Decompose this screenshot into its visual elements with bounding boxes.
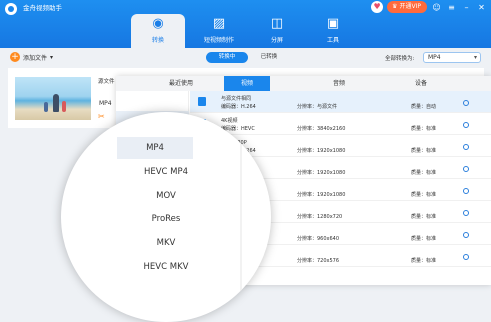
toolbar: + 添加文件 ▾ 转换中 已转换 全部转换为: MP4 ▾: [0, 48, 491, 67]
edit-icon[interactable]: ✂: [98, 112, 105, 121]
toolbox-icon: ▣: [326, 16, 340, 31]
close-icon[interactable]: ✕: [476, 2, 487, 13]
gear-icon[interactable]: [463, 210, 469, 216]
main-nav: ◉ 转换 ▨ 短视频制作 ◫ 分屏 ▣ 工具: [0, 14, 491, 48]
status-segment: 转换中 已转换: [206, 52, 290, 63]
gear-icon[interactable]: [463, 188, 469, 194]
source-file-label: 源文件: [98, 79, 115, 85]
popup-tab-recent[interactable]: 最近使用: [146, 76, 216, 91]
output-format-value: MP4: [428, 54, 441, 61]
gear-icon[interactable]: [463, 100, 469, 106]
feedback-icon[interactable]: ☺: [431, 2, 442, 13]
plus-icon: +: [10, 52, 20, 62]
thumb-figure: [62, 101, 66, 112]
segment-converted[interactable]: 已转换: [248, 52, 290, 63]
preset-row[interactable]: 4K视频 编码器：HEVC 分辨率：3840x2160 质量：标准: [190, 113, 491, 135]
add-file-label: 添加文件: [23, 54, 48, 62]
heart-icon[interactable]: ♥: [371, 1, 384, 13]
image-editor-icon: ▨: [212, 16, 226, 31]
format-item-mov[interactable]: MOV: [61, 185, 271, 207]
minimize-icon[interactable]: –: [461, 2, 472, 13]
tab-label: 转换: [151, 37, 164, 44]
convert-disc-icon: ◉: [152, 16, 164, 31]
file-format-label: MP4: [99, 100, 112, 107]
preset-name: 4K视频: [221, 118, 238, 124]
popup-tabs: 最近使用 视频 音频 设备: [116, 76, 491, 91]
preset-quality: 质量：标准: [411, 148, 437, 154]
tab-label: 短视频制作: [203, 37, 234, 44]
thumb-figure: [53, 94, 59, 112]
preset-resolution: 分辨率：与源文件: [297, 104, 338, 110]
convert-all-label: 全部转换为:: [385, 56, 415, 62]
preset-resolution: 分辨率：1920x1080: [297, 192, 346, 198]
gear-icon[interactable]: [463, 122, 469, 128]
preset-quality: 质量：标准: [411, 258, 437, 264]
format-item-mp4[interactable]: MP4: [117, 137, 193, 159]
preset-quality: 质量：标准: [411, 192, 437, 198]
gear-icon[interactable]: [463, 232, 469, 238]
video-file-icon: [198, 97, 206, 106]
format-item-hevc-mp4[interactable]: HEVC MP4: [61, 161, 271, 183]
chevron-down-icon: ▾: [473, 54, 477, 61]
magnifier-callout: MP4 HEVC MP4 MOV ProRes MKV HEVC MKV: [61, 112, 271, 322]
preset-quality: 质量：标准: [411, 236, 437, 242]
preset-quality: 质量：标准: [411, 126, 437, 132]
format-item-mkv[interactable]: MKV: [61, 232, 271, 254]
preset-resolution: 分辨率：960x640: [297, 236, 340, 242]
tab-split-screen[interactable]: ◫ 分屏: [250, 14, 304, 48]
segment-converting[interactable]: 转换中: [206, 52, 248, 63]
preset-row[interactable]: 与源文件相同 编码器：H.264 分辨率：与源文件 质量：自动: [190, 91, 491, 113]
tab-label: 分屏: [270, 37, 283, 44]
tab-short-video[interactable]: ▨ 短视频制作: [192, 14, 246, 48]
tab-convert[interactable]: ◉ 转换: [131, 14, 185, 48]
app-header: 金舟视频助手 ♥ ♛ 开通VIP ☺ ≡ – ✕ ◉ 转换 ▨ 短视频制作 ◫ …: [0, 0, 491, 48]
add-file-button[interactable]: + 添加文件 ▾: [10, 52, 53, 62]
preset-resolution: 分辨率：720x576: [297, 258, 340, 264]
crown-icon: ♛: [392, 3, 398, 10]
thumb-figure: [44, 102, 48, 112]
tab-tools[interactable]: ▣ 工具: [306, 14, 360, 48]
preset-resolution: 分辨率：1920x1080: [297, 170, 346, 176]
vip-label: 开通VIP: [399, 3, 422, 10]
format-item-prores[interactable]: ProRes: [61, 208, 271, 230]
preset-codec: 编码器：H.264: [221, 104, 256, 110]
chevron-down-icon: ▾: [50, 53, 54, 61]
preset-quality: 质量：自动: [411, 104, 437, 110]
preset-quality: 质量：标准: [411, 214, 437, 220]
format-item-hevc-mkv[interactable]: HEVC MKV: [61, 256, 271, 278]
menu-icon[interactable]: ≡: [446, 2, 457, 13]
preset-name: 与源文件相同: [221, 96, 252, 102]
video-thumbnail[interactable]: [15, 77, 91, 120]
gear-icon[interactable]: [463, 254, 469, 260]
tab-label: 工具: [326, 37, 339, 44]
popup-tab-audio[interactable]: 音频: [316, 76, 362, 91]
preset-resolution: 分辨率：1280x720: [297, 214, 343, 220]
app-title: 金舟视频助手: [23, 4, 62, 12]
preset-resolution: 分辨率：1920x1080: [297, 148, 346, 154]
popup-tab-device[interactable]: 设备: [398, 76, 444, 91]
vip-button[interactable]: ♛ 开通VIP: [387, 1, 427, 13]
gear-icon[interactable]: [463, 166, 469, 172]
popup-tab-video[interactable]: 视频: [224, 76, 270, 91]
preset-resolution: 分辨率：3840x2160: [297, 126, 346, 132]
gear-icon[interactable]: [463, 144, 469, 150]
preset-quality: 质量：标准: [411, 170, 437, 176]
window-controls: ♥ ♛ 开通VIP ☺ ≡ – ✕: [371, 1, 487, 13]
split-screen-icon: ◫: [270, 16, 284, 31]
output-format-select[interactable]: MP4 ▾: [423, 52, 481, 63]
